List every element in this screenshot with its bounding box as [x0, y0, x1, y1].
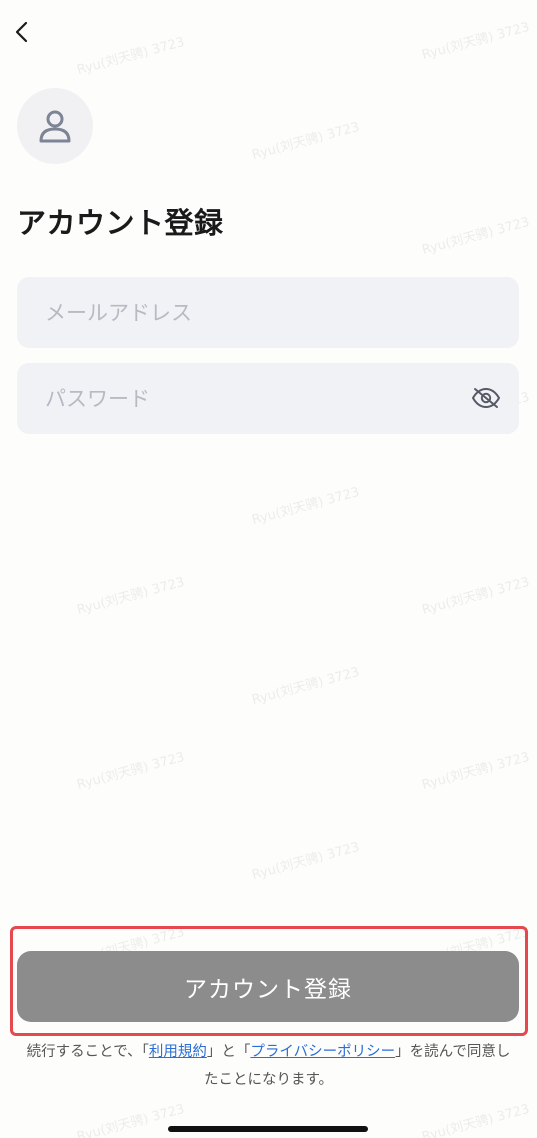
watermark-text: Ryu(刘天骋) 3723	[420, 214, 532, 258]
watermark-text: Ryu(刘天骋) 3723	[75, 749, 187, 793]
watermark-text: Ryu(刘天骋) 3723	[250, 119, 362, 163]
eye-off-icon	[471, 387, 501, 409]
watermark-text: Ryu(刘天骋) 3723	[75, 1101, 187, 1138]
password-visibility-toggle[interactable]	[471, 385, 501, 411]
watermark-text: Ryu(刘天骋) 3723	[250, 664, 362, 708]
watermark-text: Ryu(刘天骋) 3723	[75, 34, 187, 78]
create-account-button-label: アカウント登録	[184, 976, 352, 1003]
avatar	[17, 88, 93, 164]
back-button[interactable]	[8, 18, 36, 46]
password-field-container	[17, 363, 519, 434]
chevron-left-icon	[15, 21, 28, 43]
watermark-text: Ryu(刘天骋) 3723	[420, 749, 532, 793]
email-field[interactable]	[17, 277, 519, 348]
watermark-text: Ryu(刘天骋) 3723	[420, 574, 532, 618]
page-title: アカウント登録	[17, 206, 224, 240]
watermark-text: Ryu(刘天骋) 3723	[420, 1101, 532, 1138]
email-field-container	[17, 277, 519, 348]
terms-of-use-link[interactable]: 利用規約	[149, 1044, 207, 1060]
password-field[interactable]	[17, 363, 519, 434]
create-account-button[interactable]: アカウント登録	[17, 951, 519, 1022]
home-indicator	[168, 1126, 368, 1132]
watermark-text: Ryu(刘天骋) 3723	[420, 19, 532, 63]
user-icon	[39, 110, 71, 143]
watermark-text: Ryu(刘天骋) 3723	[250, 839, 362, 883]
terms-middle: 」と「	[206, 1044, 251, 1060]
watermark-text: Ryu(刘天骋) 3723	[75, 574, 187, 618]
watermark-text: Ryu(刘天骋) 3723	[250, 484, 362, 528]
privacy-policy-link[interactable]: プライバシーポリシー	[250, 1044, 395, 1060]
terms-notice: 続行することで、「利用規約」と「プライバシーポリシー」を読んで同意したことになり…	[20, 1038, 517, 1094]
terms-prefix: 続行することで、「	[26, 1044, 149, 1060]
